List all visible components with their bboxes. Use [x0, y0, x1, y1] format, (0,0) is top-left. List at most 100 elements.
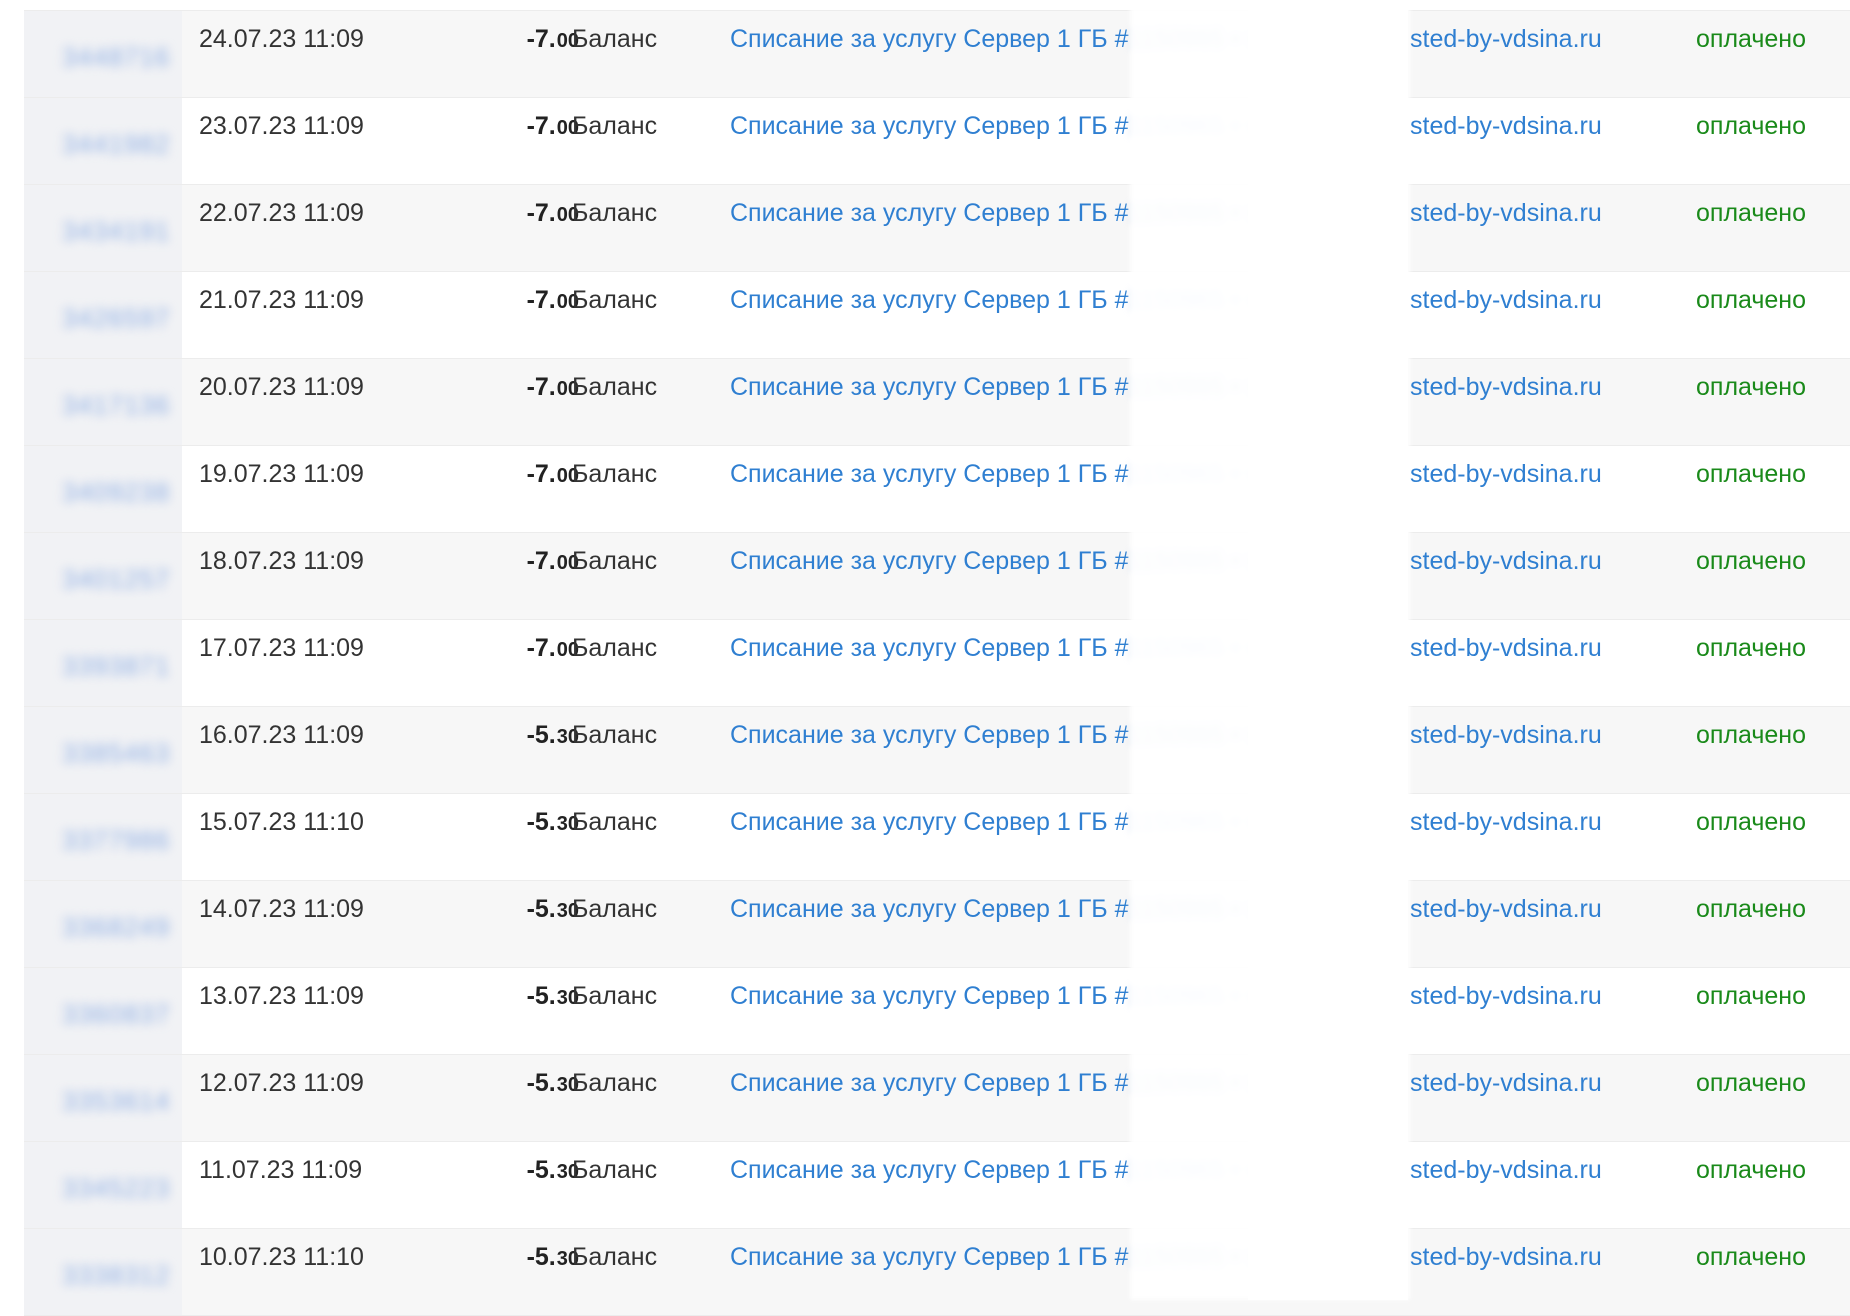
- transaction-id[interactable]: 3377986: [62, 812, 170, 868]
- transaction-description-link[interactable]: Списание за услугу Сервер 1 ГБ #1150965 …: [730, 620, 1780, 706]
- description-domain-link[interactable]: sted-by-vdsina.ru: [1410, 359, 1602, 445]
- transaction-id[interactable]: 3368249: [62, 899, 170, 955]
- transaction-id-cell[interactable]: 3385463: [24, 707, 182, 793]
- transaction-id[interactable]: 3353614: [62, 1073, 170, 1129]
- transaction-id-cell[interactable]: 3426597: [24, 272, 182, 358]
- description-text[interactable]: Списание за услугу Сервер 1 ГБ #: [730, 373, 1129, 401]
- transaction-description-link[interactable]: Списание за услугу Сервер 1 ГБ #1150965 …: [730, 446, 1780, 532]
- amount-integer: -5.: [526, 982, 556, 1010]
- description-hidden[interactable]: 1150965 • v1150965.ho: [1129, 359, 1390, 415]
- payment-method: Баланс: [572, 286, 658, 314]
- transaction-id[interactable]: 3385463: [62, 725, 170, 781]
- transaction-id[interactable]: 3448716: [62, 29, 170, 85]
- description-domain-link[interactable]: sted-by-vdsina.ru: [1410, 1229, 1602, 1315]
- transaction-id-cell[interactable]: 3353614: [24, 1055, 182, 1141]
- description-text[interactable]: Списание за услугу Сервер 1 ГБ #: [730, 460, 1129, 488]
- transaction-amount: -7.00: [499, 98, 579, 184]
- transaction-description-link[interactable]: Списание за услугу Сервер 1 ГБ #1150965 …: [730, 707, 1780, 793]
- description-hidden[interactable]: 1150965 • v1150965.ho: [1129, 620, 1390, 676]
- transaction-description-link[interactable]: Списание за услугу Сервер 1 ГБ #1150965 …: [730, 533, 1780, 619]
- description-domain-link[interactable]: sted-by-vdsina.ru: [1410, 533, 1602, 619]
- amount-integer: -5.: [526, 721, 556, 749]
- description-text[interactable]: Списание за услугу Сервер 1 ГБ #: [730, 1069, 1129, 1097]
- description-domain-link[interactable]: sted-by-vdsina.ru: [1410, 185, 1602, 271]
- description-text[interactable]: Списание за услугу Сервер 1 ГБ #: [730, 199, 1129, 227]
- description-text[interactable]: Списание за услугу Сервер 1 ГБ #: [730, 547, 1129, 575]
- transaction-description-link[interactable]: Списание за услугу Сервер 1 ГБ #1150965 …: [730, 359, 1780, 445]
- description-text[interactable]: Списание за услугу Сервер 1 ГБ #: [730, 808, 1129, 836]
- transaction-id[interactable]: 3338312: [62, 1247, 170, 1303]
- description-hidden[interactable]: 1150965 • v1150965.ho: [1129, 1229, 1390, 1285]
- description-hidden[interactable]: 1150965 • v1150965.ho: [1129, 185, 1390, 241]
- description-text[interactable]: Списание за услугу Сервер 1 ГБ #: [730, 1243, 1129, 1271]
- transaction-id-cell[interactable]: 3434191: [24, 185, 182, 271]
- transaction-id-cell[interactable]: 3393871: [24, 620, 182, 706]
- payment-method: Баланс: [572, 721, 658, 749]
- description-hidden[interactable]: 1150965 • v1150965.ho: [1129, 11, 1390, 67]
- description-domain-link[interactable]: sted-by-vdsina.ru: [1410, 1055, 1602, 1141]
- transaction-date: 10.07.23 11:10: [199, 1243, 364, 1271]
- transaction-description-link[interactable]: Списание за услугу Сервер 1 ГБ #1150965 …: [730, 1229, 1780, 1315]
- description-hidden[interactable]: 1150965 • v1150965.ho: [1129, 98, 1390, 154]
- description-text[interactable]: Списание за услугу Сервер 1 ГБ #: [730, 25, 1129, 53]
- transaction-description-link[interactable]: Списание за услугу Сервер 1 ГБ #1150965 …: [730, 1055, 1780, 1141]
- description-domain-link[interactable]: sted-by-vdsina.ru: [1410, 881, 1602, 967]
- amount-integer: -7.: [526, 199, 556, 227]
- description-hidden[interactable]: 1150965 • v1150965.ho: [1129, 1142, 1390, 1198]
- transaction-description-link[interactable]: Списание за услугу Сервер 1 ГБ #1150965 …: [730, 881, 1780, 967]
- description-domain-link[interactable]: sted-by-vdsina.ru: [1410, 968, 1602, 1054]
- transaction-id[interactable]: 3409238: [62, 464, 170, 520]
- transaction-description-link[interactable]: Списание за услугу Сервер 1 ГБ #1150965 …: [730, 185, 1780, 271]
- description-text[interactable]: Списание за услугу Сервер 1 ГБ #: [730, 286, 1129, 314]
- description-text[interactable]: Списание за услугу Сервер 1 ГБ #: [730, 721, 1129, 749]
- transaction-id-cell[interactable]: 3345223: [24, 1142, 182, 1228]
- description-text[interactable]: Списание за услугу Сервер 1 ГБ #: [730, 634, 1129, 662]
- transaction-id[interactable]: 3441982: [62, 116, 170, 172]
- transaction-description-link[interactable]: Списание за услугу Сервер 1 ГБ #1150965 …: [730, 272, 1780, 358]
- transaction-id-cell[interactable]: 3448716: [24, 11, 182, 97]
- transaction-id-cell[interactable]: 3441982: [24, 98, 182, 184]
- description-text[interactable]: Списание за услугу Сервер 1 ГБ #: [730, 112, 1129, 140]
- description-domain-link[interactable]: sted-by-vdsina.ru: [1410, 1142, 1602, 1228]
- description-hidden[interactable]: 1150965 • v1150965.ho: [1129, 968, 1390, 1024]
- description-text[interactable]: Списание за услугу Сервер 1 ГБ #: [730, 1156, 1129, 1184]
- transaction-description-link[interactable]: Списание за услугу Сервер 1 ГБ #1150965 …: [730, 11, 1780, 97]
- description-domain-link[interactable]: sted-by-vdsina.ru: [1410, 446, 1602, 532]
- description-hidden[interactable]: 1150965 • v1150965.ho: [1129, 533, 1390, 589]
- description-hidden[interactable]: 1150965 • v1150965.ho: [1129, 881, 1390, 937]
- transaction-id-cell[interactable]: 3360837: [24, 968, 182, 1054]
- description-hidden[interactable]: 1150965 • v1150965.ho: [1129, 707, 1390, 763]
- transaction-id-cell[interactable]: 3401257: [24, 533, 182, 619]
- transaction-id[interactable]: 3434191: [62, 203, 170, 259]
- transaction-description-link[interactable]: Списание за услугу Сервер 1 ГБ #1150965 …: [730, 968, 1780, 1054]
- description-domain-link[interactable]: sted-by-vdsina.ru: [1410, 794, 1602, 880]
- description-text[interactable]: Списание за услугу Сервер 1 ГБ #: [730, 895, 1129, 923]
- amount-integer: -7.: [526, 286, 556, 314]
- transaction-date: 11.07.23 11:09: [199, 1156, 363, 1184]
- transaction-id-cell[interactable]: 3409238: [24, 446, 182, 532]
- transaction-description-link[interactable]: Списание за услугу Сервер 1 ГБ #1150965 …: [730, 794, 1780, 880]
- description-hidden[interactable]: 1150965 • v1150965.ho: [1129, 794, 1390, 850]
- transaction-description-link[interactable]: Списание за услугу Сервер 1 ГБ #1150965 …: [730, 98, 1780, 184]
- transaction-id[interactable]: 3360837: [62, 986, 170, 1042]
- transaction-id[interactable]: 3417136: [62, 377, 170, 433]
- transaction-amount: -5.30: [499, 1055, 579, 1141]
- transaction-description-link[interactable]: Списание за услугу Сервер 1 ГБ #1150965 …: [730, 1142, 1780, 1228]
- description-domain-link[interactable]: sted-by-vdsina.ru: [1410, 98, 1602, 184]
- description-domain-link[interactable]: sted-by-vdsina.ru: [1410, 272, 1602, 358]
- description-hidden[interactable]: 1150965 • v1150965.ho: [1129, 1055, 1390, 1111]
- transaction-id-cell[interactable]: 3417136: [24, 359, 182, 445]
- description-hidden[interactable]: 1150965 • v1150965.ho: [1129, 446, 1390, 502]
- description-text[interactable]: Списание за услугу Сервер 1 ГБ #: [730, 982, 1129, 1010]
- transaction-id[interactable]: 3401257: [62, 551, 170, 607]
- transaction-id-cell[interactable]: 3377986: [24, 794, 182, 880]
- description-hidden[interactable]: 1150965 • v1150965.ho: [1129, 272, 1390, 328]
- transaction-id[interactable]: 3426597: [62, 290, 170, 346]
- description-domain-link[interactable]: sted-by-vdsina.ru: [1410, 707, 1602, 793]
- transaction-id[interactable]: 3345223: [62, 1160, 170, 1216]
- description-domain-link[interactable]: sted-by-vdsina.ru: [1410, 620, 1602, 706]
- transaction-id-cell[interactable]: 3338312: [24, 1229, 182, 1315]
- transaction-id[interactable]: 3393871: [62, 638, 170, 694]
- description-domain-link[interactable]: sted-by-vdsina.ru: [1410, 11, 1602, 97]
- transaction-id-cell[interactable]: 3368249: [24, 881, 182, 967]
